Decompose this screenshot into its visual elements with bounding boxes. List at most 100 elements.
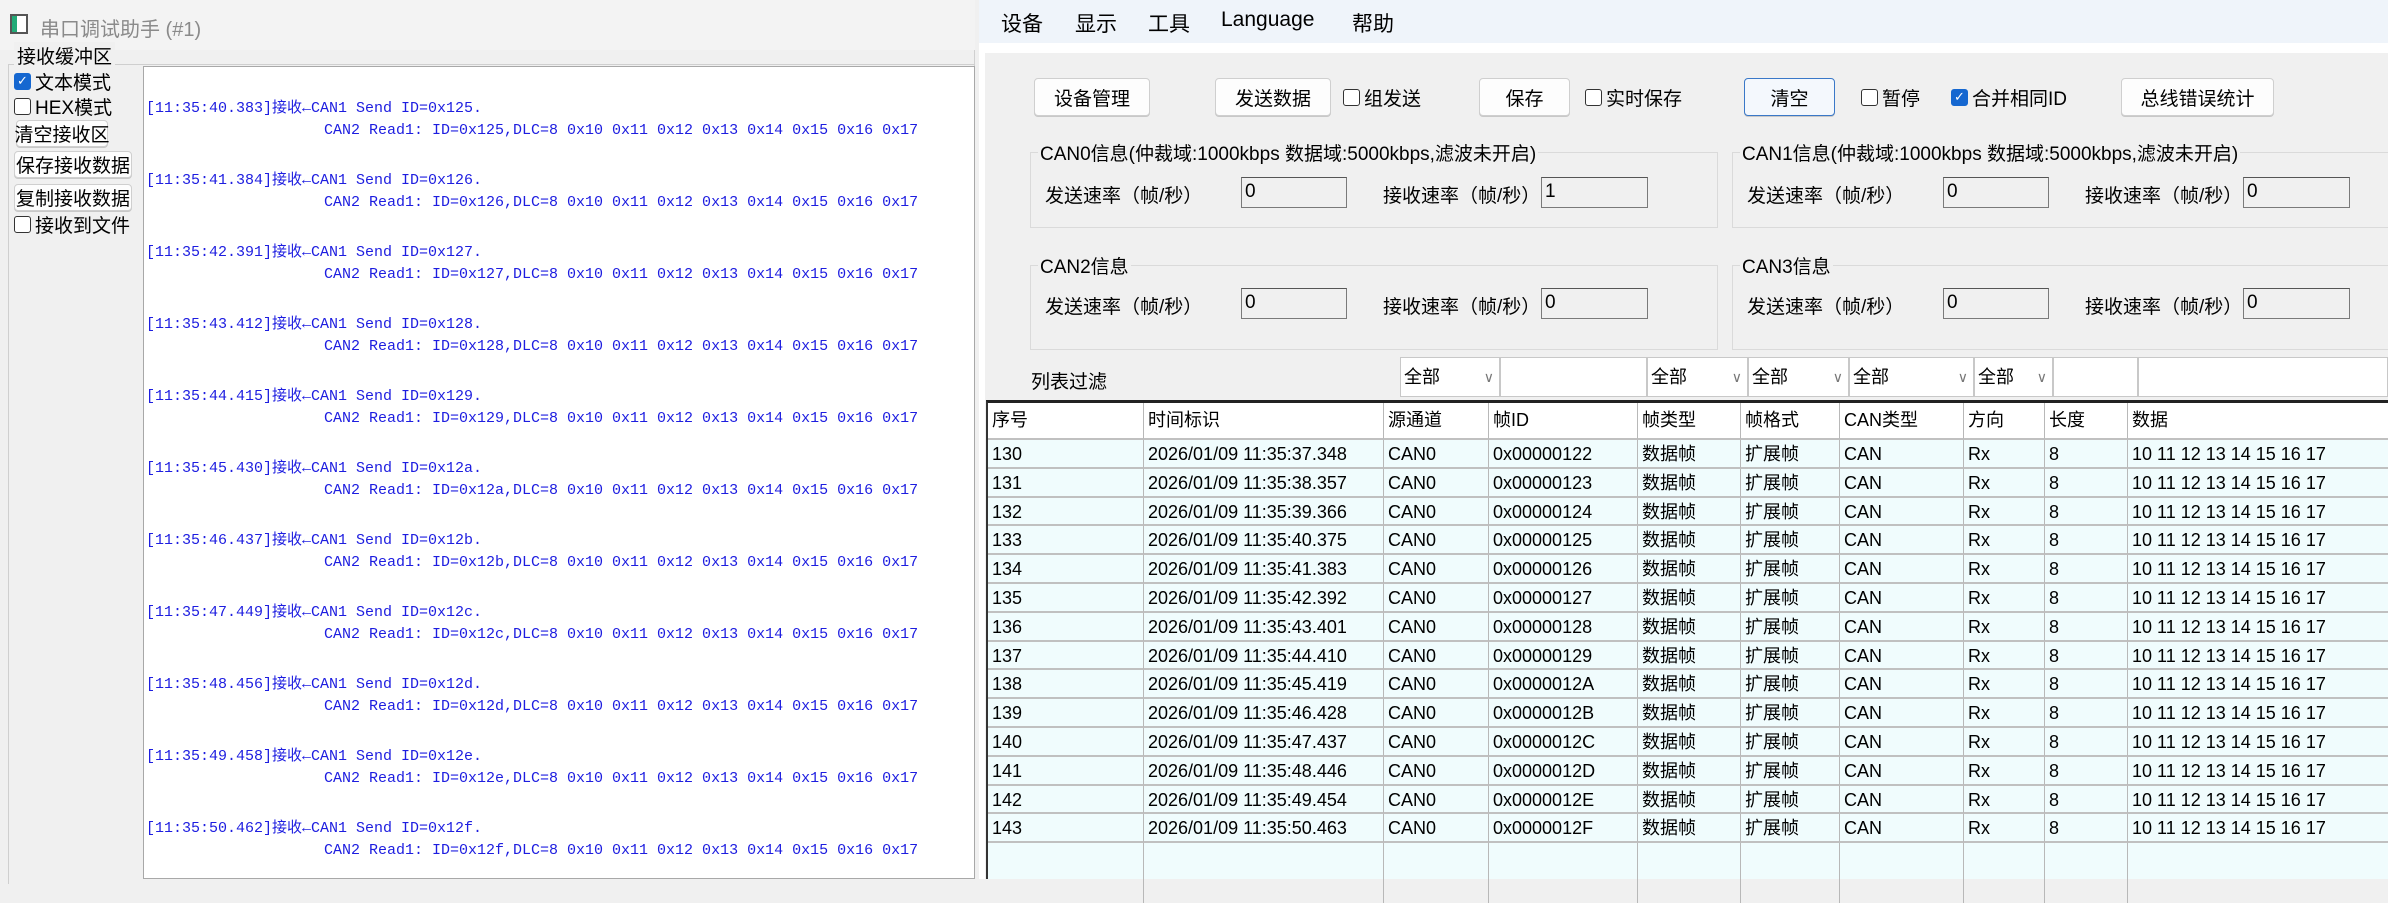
- save-button[interactable]: 保存: [1479, 78, 1570, 116]
- table-cell[interactable]: 扩展帧: [1741, 526, 1840, 556]
- column-header[interactable]: 源通道: [1384, 403, 1489, 440]
- filter-length-input[interactable]: [2053, 357, 2138, 397]
- table-cell[interactable]: 8: [2045, 670, 2128, 700]
- table-cell[interactable]: 133: [988, 526, 1144, 556]
- table-cell[interactable]: CAN: [1840, 699, 1964, 728]
- table-cell[interactable]: 10 11 12 13 14 15 16 17: [2128, 584, 2388, 613]
- table-cell[interactable]: 2026/01/09 11:35:49.454: [1144, 785, 1384, 815]
- table-cell[interactable]: 132: [988, 497, 1144, 527]
- table-cell[interactable]: 扩展帧: [1741, 555, 1840, 584]
- table-cell[interactable]: Rx: [1964, 584, 2045, 613]
- table-cell[interactable]: 2026/01/09 11:35:42.392: [1144, 584, 1384, 613]
- table-cell[interactable]: Rx: [1964, 814, 2045, 844]
- table-cell[interactable]: Rx: [1964, 728, 2045, 757]
- table-cell[interactable]: CAN: [1840, 756, 1964, 786]
- filter-frame-type-select[interactable]: 全部 ∨: [1647, 357, 1748, 397]
- table-cell[interactable]: CAN: [1840, 728, 1964, 757]
- filter-direction-select[interactable]: 全部 ∨: [1974, 357, 2053, 397]
- table-cell[interactable]: CAN0: [1384, 699, 1489, 728]
- table-cell[interactable]: 0x0000012B: [1489, 699, 1638, 728]
- pause-checkbox[interactable]: 暂停: [1861, 84, 1920, 111]
- table-cell[interactable]: Rx: [1964, 641, 2045, 671]
- table-cell[interactable]: 10 11 12 13 14 15 16 17: [2128, 469, 2388, 498]
- table-cell[interactable]: 131: [988, 468, 1144, 498]
- table-cell[interactable]: 数据帧: [1638, 526, 1741, 556]
- table-cell[interactable]: CAN0: [1384, 526, 1489, 556]
- column-header[interactable]: CAN类型: [1840, 403, 1964, 440]
- table-cell[interactable]: 10 11 12 13 14 15 16 17: [2128, 440, 2388, 469]
- table-cell[interactable]: 0x00000126: [1489, 555, 1638, 584]
- table-cell[interactable]: Rx: [1964, 670, 2045, 700]
- table-cell[interactable]: 8: [2045, 497, 2128, 527]
- table-cell[interactable]: Rx: [1964, 497, 2045, 527]
- table-cell[interactable]: Rx: [1964, 440, 2045, 469]
- table-cell[interactable]: 0x00000123: [1489, 468, 1638, 498]
- table-cell[interactable]: 0x00000127: [1489, 584, 1638, 613]
- table-cell[interactable]: 10 11 12 13 14 15 16 17: [2128, 498, 2388, 527]
- column-header[interactable]: 方向: [1964, 403, 2045, 440]
- table-cell[interactable]: 数据帧: [1638, 670, 1741, 700]
- table-cell[interactable]: 数据帧: [1638, 641, 1741, 671]
- table-cell[interactable]: 8: [2045, 440, 2128, 469]
- table-cell[interactable]: 0x0000012F: [1489, 814, 1638, 844]
- table-cell[interactable]: 2026/01/09 11:35:45.419: [1144, 670, 1384, 700]
- table-cell[interactable]: CAN: [1840, 584, 1964, 613]
- group-send-checkbox[interactable]: 组发送: [1343, 84, 1421, 111]
- table-cell[interactable]: Rx: [1964, 612, 2045, 642]
- table-cell[interactable]: CAN: [1840, 785, 1964, 815]
- table-cell[interactable]: 10 11 12 13 14 15 16 17: [2128, 670, 2388, 700]
- table-cell[interactable]: 扩展帧: [1741, 699, 1840, 728]
- table-cell[interactable]: 8: [2045, 756, 2128, 786]
- table-cell[interactable]: 2026/01/09 11:35:39.366: [1144, 497, 1384, 527]
- table-cell[interactable]: 扩展帧: [1741, 641, 1840, 671]
- table-cell[interactable]: 10 11 12 13 14 15 16 17: [2128, 757, 2388, 786]
- table-cell[interactable]: CAN0: [1384, 814, 1489, 844]
- table-cell[interactable]: 0x0000012C: [1489, 728, 1638, 757]
- clear-receive-button[interactable]: 清空接收区: [15, 120, 110, 147]
- save-receive-button[interactable]: 保存接收数据: [14, 151, 132, 178]
- table-cell[interactable]: 139: [988, 699, 1144, 728]
- table-cell[interactable]: 0x00000124: [1489, 497, 1638, 527]
- table-cell[interactable]: CAN0: [1384, 728, 1489, 757]
- column-header[interactable]: 时间标识: [1144, 403, 1384, 440]
- table-cell[interactable]: CAN: [1840, 814, 1964, 844]
- table-cell[interactable]: CAN0: [1384, 440, 1489, 469]
- table-cell[interactable]: 138: [988, 670, 1144, 700]
- table-cell[interactable]: 扩展帧: [1741, 584, 1840, 613]
- table-cell[interactable]: CAN: [1840, 555, 1964, 584]
- table-cell[interactable]: 2026/01/09 11:35:43.401: [1144, 612, 1384, 642]
- can2-tx-rate-field[interactable]: 0: [1241, 288, 1347, 319]
- hex-mode-checkbox[interactable]: HEX模式: [14, 93, 112, 120]
- can1-tx-rate-field[interactable]: 0: [1943, 177, 2049, 208]
- table-cell[interactable]: 8: [2045, 641, 2128, 671]
- table-cell[interactable]: CAN: [1840, 440, 1964, 469]
- receive-to-file-checkbox[interactable]: 接收到文件: [14, 211, 130, 238]
- can3-tx-rate-field[interactable]: 0: [1943, 288, 2049, 319]
- table-cell[interactable]: 2026/01/09 11:35:46.428: [1144, 699, 1384, 728]
- copy-receive-button[interactable]: 复制接收数据: [14, 184, 132, 211]
- table-cell[interactable]: 10 11 12 13 14 15 16 17: [2128, 814, 2388, 844]
- table-cell[interactable]: 扩展帧: [1741, 670, 1840, 700]
- table-cell[interactable]: CAN0: [1384, 468, 1489, 498]
- table-cell[interactable]: CAN: [1840, 468, 1964, 498]
- table-cell[interactable]: CAN0: [1384, 497, 1489, 527]
- text-mode-checkbox[interactable]: 文本模式: [14, 68, 111, 95]
- table-cell[interactable]: 8: [2045, 728, 2128, 757]
- column-header[interactable]: 帧格式: [1741, 403, 1840, 440]
- table-cell[interactable]: 10 11 12 13 14 15 16 17: [2128, 786, 2388, 815]
- table-cell[interactable]: Rx: [1964, 468, 2045, 498]
- column-header[interactable]: 长度: [2045, 403, 2128, 440]
- table-cell[interactable]: 137: [988, 641, 1144, 671]
- table-cell[interactable]: 140: [988, 728, 1144, 757]
- filter-channel-select[interactable]: 全部 ∨: [1400, 357, 1500, 397]
- table-cell[interactable]: 数据帧: [1638, 728, 1741, 757]
- column-header[interactable]: 序号: [988, 403, 1144, 440]
- table-cell[interactable]: 扩展帧: [1741, 440, 1840, 469]
- table-cell[interactable]: 8: [2045, 468, 2128, 498]
- table-cell[interactable]: CAN0: [1384, 584, 1489, 613]
- table-cell[interactable]: 扩展帧: [1741, 785, 1840, 815]
- can2-rx-rate-field[interactable]: 0: [1541, 288, 1648, 319]
- table-cell[interactable]: 2026/01/09 11:35:47.437: [1144, 728, 1384, 757]
- table-cell[interactable]: 0x0000012E: [1489, 785, 1638, 815]
- can3-rx-rate-field[interactable]: 0: [2243, 288, 2350, 319]
